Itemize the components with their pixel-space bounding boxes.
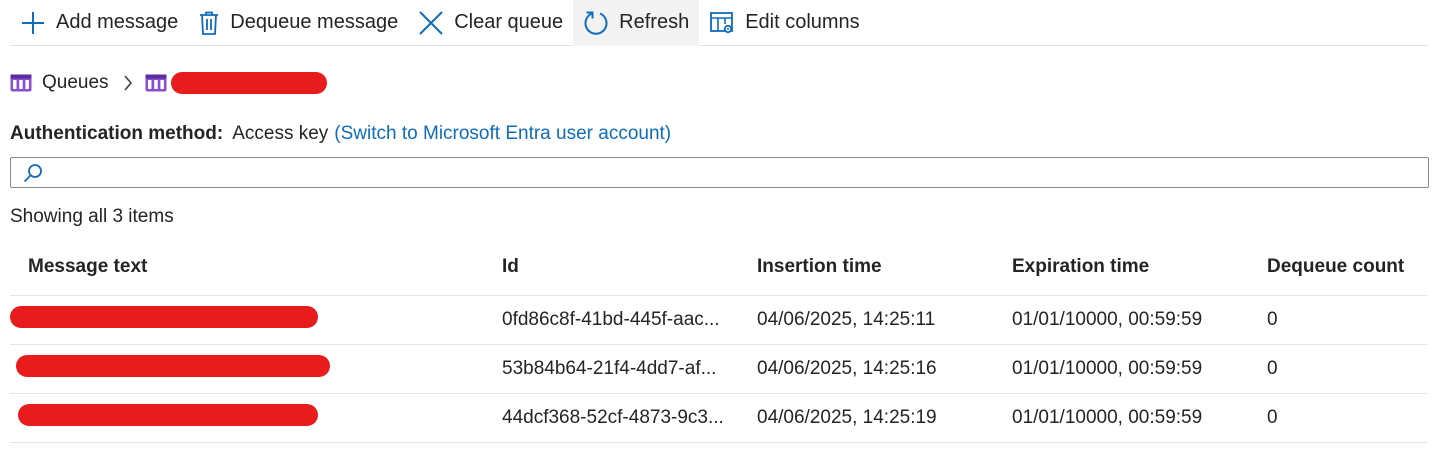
queue-icon — [10, 74, 32, 92]
table-row[interactable]: 0fd86c8f-41bd-445f-aac... 04/06/2025, 14… — [10, 296, 1428, 345]
dequeue-count-cell: 0 — [1267, 358, 1278, 379]
column-header-message-text[interactable]: Message text — [10, 256, 502, 278]
insertion-time-cell: 04/06/2025, 14:25:11 — [757, 309, 936, 330]
expiration-time-cell: 01/01/10000, 00:59:59 — [1012, 407, 1203, 428]
redacted-message-text — [16, 355, 330, 377]
search-input[interactable] — [49, 158, 1428, 187]
table-settings-icon — [710, 11, 734, 33]
id-cell: 53b84b64-21f4-4dd7-af... — [502, 358, 717, 379]
column-header-dequeue-count[interactable]: Dequeue count — [1267, 256, 1428, 278]
insertion-time-cell: 04/06/2025, 14:25:19 — [757, 407, 937, 428]
search-icon — [23, 163, 42, 182]
table-row[interactable]: 53b84b64-21f4-4dd7-af... 04/06/2025, 14:… — [10, 345, 1428, 394]
item-count: Showing all 3 items — [10, 206, 174, 227]
refresh-label: Refresh — [619, 11, 690, 33]
table-header-row: Message text Id Insertion time Expiratio… — [10, 238, 1428, 296]
chevron-right-icon — [123, 75, 132, 91]
dequeue-message-button[interactable]: Dequeue message — [188, 0, 408, 46]
auth-method-value: Access key — [232, 123, 329, 144]
insertion-time-cell: 04/06/2025, 14:25:16 — [757, 358, 937, 379]
clear-queue-button[interactable]: Clear queue — [408, 0, 573, 46]
plus-icon — [22, 11, 44, 34]
queue-page: Add message Dequeue message Clear queue … — [0, 0, 1446, 466]
add-message-button[interactable]: Add message — [10, 0, 188, 46]
switch-auth-link[interactable]: (Switch to Microsoft Entra user account) — [334, 123, 671, 145]
message-text-cell — [10, 355, 502, 383]
auth-method-row: Authentication method: Access key (Switc… — [10, 121, 671, 147]
refresh-button[interactable]: Refresh — [573, 0, 700, 46]
column-header-insertion-time[interactable]: Insertion time — [757, 256, 1012, 278]
expiration-time-cell: 01/01/10000, 00:59:59 — [1012, 358, 1203, 379]
table-row[interactable]: 44dcf368-52cf-4873-9c3... 04/06/2025, 14… — [10, 394, 1428, 443]
breadcrumb: Queues — [10, 70, 327, 96]
message-text-cell — [10, 404, 502, 432]
clear-queue-label: Clear queue — [454, 11, 564, 33]
dequeue-message-label: Dequeue message — [230, 11, 399, 33]
edit-columns-button[interactable]: Edit columns — [699, 0, 870, 46]
column-header-expiration-time[interactable]: Expiration time — [1012, 256, 1267, 278]
redacted-queue-name — [170, 72, 327, 94]
auth-method-label: Authentication method: — [10, 123, 224, 144]
messages-table: Message text Id Insertion time Expiratio… — [10, 238, 1428, 443]
command-bar: Add message Dequeue message Clear queue … — [10, 0, 1428, 46]
trash-icon — [200, 11, 219, 35]
id-cell: 44dcf368-52cf-4873-9c3... — [502, 407, 724, 428]
refresh-icon — [584, 11, 608, 35]
close-icon — [419, 10, 443, 35]
message-text-cell — [10, 306, 502, 334]
expiration-time-cell: 01/01/10000, 00:59:59 — [1012, 309, 1203, 330]
redacted-message-text — [10, 306, 318, 328]
search-box[interactable] — [10, 157, 1429, 188]
dequeue-count-cell: 0 — [1267, 309, 1278, 330]
id-cell: 0fd86c8f-41bd-445f-aac... — [502, 309, 720, 330]
queue-icon — [145, 74, 167, 92]
column-header-id[interactable]: Id — [502, 256, 757, 278]
add-message-label: Add message — [56, 11, 179, 33]
redacted-message-text — [18, 404, 318, 426]
dequeue-count-cell: 0 — [1267, 407, 1278, 428]
edit-columns-label: Edit columns — [745, 11, 860, 33]
breadcrumb-queues-link[interactable]: Queues — [42, 72, 109, 94]
